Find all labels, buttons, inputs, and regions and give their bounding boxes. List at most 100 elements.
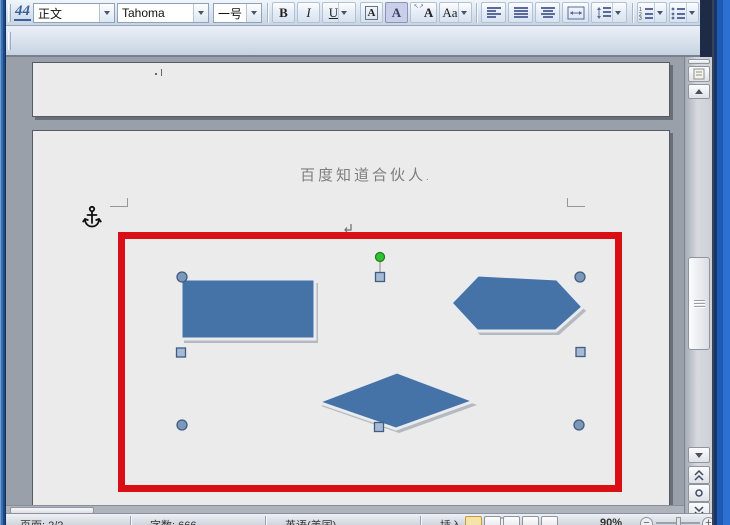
change-case-button[interactable]: Aa [439,2,472,23]
toolbar-separator [632,3,633,23]
page-info[interactable]: 页面: 2/2 [20,517,63,525]
window-border-right [712,0,730,525]
distribute-button[interactable] [562,2,589,23]
align-center-icon [540,6,555,18]
toolbar-grip[interactable] [8,32,11,50]
document-canvas[interactable]: 百度知道合伙人. [6,57,684,505]
style-combobox[interactable]: 正文 [33,3,115,23]
zoom-out-button[interactable]: − [640,517,653,525]
align-center-button[interactable] [535,2,560,23]
align-left-icon [486,6,501,18]
toolbar-grip[interactable] [8,4,11,22]
text-effects-button[interactable]: ↖↗ A [410,2,437,23]
character-border-button[interactable]: A [360,2,383,23]
horizontal-scrollbar[interactable] [6,505,684,514]
view-draft-button[interactable] [541,516,558,525]
underline-button[interactable]: U [322,2,356,23]
margin-corner-mark-right [567,198,585,207]
status-separator [265,516,266,525]
scroll-up-button[interactable] [688,84,710,99]
vertical-scrollbar[interactable] [684,57,712,525]
zoom-in-button[interactable]: + [702,517,712,525]
window-border-left [0,0,6,525]
line-spacing-icon [596,6,611,19]
double-up-icon [694,469,704,481]
font-size-value: 一号 [218,6,243,21]
title-text: 百度知道合伙人 [300,167,427,184]
select-browse-object-button[interactable] [688,484,710,502]
distribute-icon [567,6,584,19]
font-size-combobox[interactable]: 一号 [213,3,262,23]
bullet-list-button[interactable] [669,2,699,23]
document-title: 百度知道合伙人. [300,164,429,185]
view-print-layout-button[interactable] [465,516,482,525]
line-spacing-button[interactable] [591,2,627,23]
previous-page-button[interactable] [688,466,710,484]
styles-icon[interactable]: 44 [14,3,31,21]
word-count[interactable]: 字数: 666 [150,517,196,525]
page-2[interactable] [32,130,670,505]
view-fullscreen-button[interactable] [484,516,501,525]
scrollbar-thumb[interactable] [688,257,710,350]
zoom-level[interactable]: 90% [600,517,622,525]
font-dropdown-button[interactable] [193,4,208,22]
numbered-list-icon: 123 [639,7,653,20]
anchor-icon[interactable] [82,205,102,230]
change-case-dropdown-button[interactable] [457,3,469,22]
chevron-down-icon [657,10,663,15]
align-left-button[interactable] [481,2,506,23]
justify-button[interactable] [508,2,533,23]
bullet-list-dropdown-button[interactable] [686,3,697,22]
scroll-down-button[interactable] [688,447,710,463]
word-window: { "toolbar": { "fonts_badge": "44", "sty… [0,0,730,525]
style-dropdown-button[interactable] [99,4,114,22]
view-web-layout-button[interactable] [503,516,520,525]
status-separator [130,516,131,525]
justify-icon [513,6,528,18]
arrow-up-icon [695,89,703,94]
page-1[interactable] [32,62,670,117]
font-value: Tahoma [122,6,165,20]
sparkle-arrows-icon: ↖↗ [413,4,424,10]
arrow-down-icon [695,452,703,458]
paragraph-mark [155,73,157,75]
window-chrome-corner [700,0,712,57]
ruler-toggle-button[interactable] [688,66,710,82]
chevron-down-icon [104,11,110,15]
bullet-list-icon [671,7,685,19]
formatting-toolbar: 44 正文 Tahoma 一号 B I U A A ↖↗ A Aa 1 2 3 [6,0,719,26]
zoom-slider-knob[interactable] [676,517,681,525]
toolbar-separator [267,3,268,23]
toolbar-separator [476,3,477,23]
thumb-grip [694,300,705,301]
browse-dot-icon [695,489,703,497]
font-combobox[interactable]: Tahoma [117,3,209,23]
status-bar: 页面: 2/2 字数: 666 英语(美国) 插入 90% − + [0,513,712,525]
split-handle[interactable] [688,59,710,64]
character-shading-button[interactable]: A [385,2,408,23]
line-spacing-dropdown-button[interactable] [611,3,623,22]
underline-icon: U [328,4,339,20]
chevron-down-icon [341,10,348,15]
numbered-list-button[interactable]: 123 [637,2,667,23]
bold-icon: B [279,4,288,20]
cursor-mark [161,69,162,76]
ruler-icon [693,68,705,80]
chevron-down-icon [460,10,467,15]
text-effects-icon: A [423,4,434,20]
language-status[interactable]: 英语(美国) [285,517,336,525]
italic-button[interactable]: I [297,2,320,23]
status-separator [420,516,421,525]
font-size-dropdown-button[interactable] [246,4,261,22]
bold-button[interactable]: B [272,2,295,23]
insert-mode[interactable]: 插入 [440,517,462,525]
style-value: 正文 [38,6,63,21]
italic-icon: I [306,4,311,20]
chevron-down-icon [614,10,621,15]
numbered-list-dropdown-button[interactable] [654,3,665,22]
paragraph-mark [343,221,355,233]
underline-dropdown-button[interactable] [338,3,349,22]
svg-text:3: 3 [639,16,642,20]
thumb-grip [694,306,705,307]
view-outline-button[interactable] [522,516,539,525]
